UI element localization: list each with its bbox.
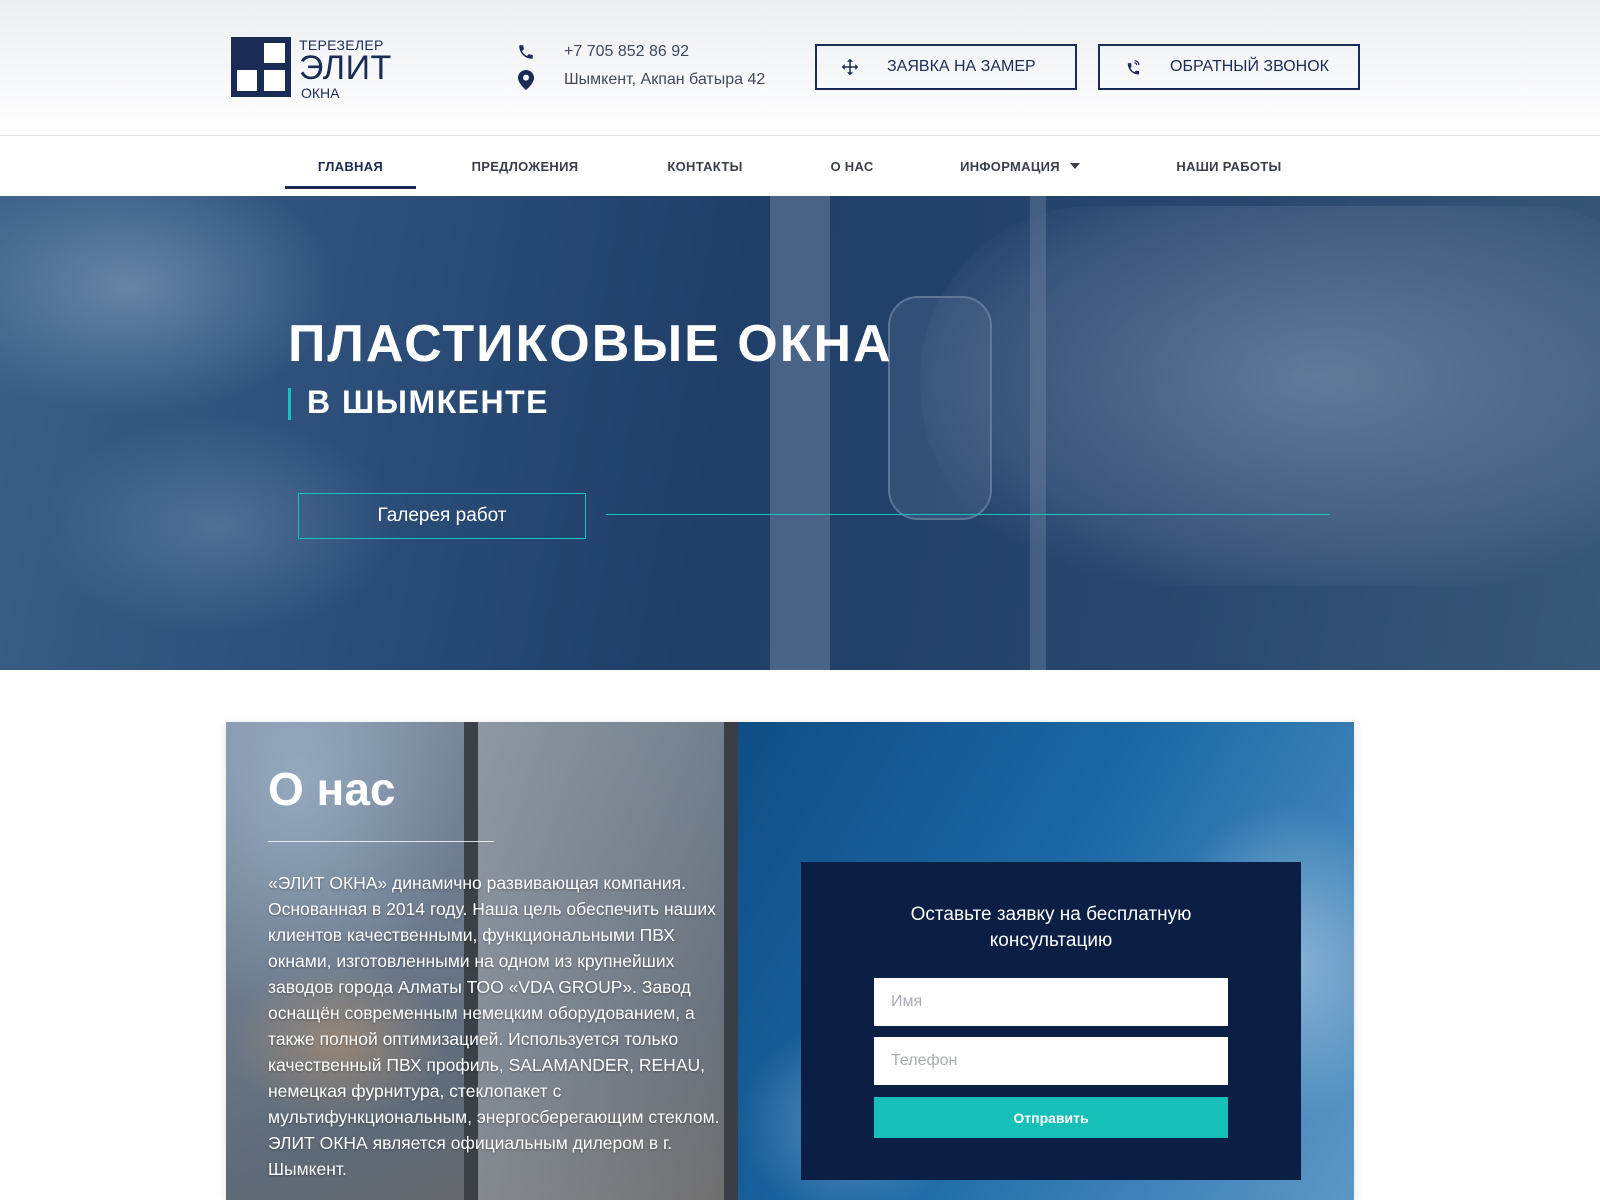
- about-title-divider: [268, 841, 494, 842]
- name-input[interactable]: [874, 978, 1228, 1026]
- hero-banner: ПЛАСТИКОВЫЕ ОКНА В ШЫМКЕНТЕ Галерея рабо…: [0, 196, 1600, 670]
- phone-number[interactable]: +7 705 852 86 92: [564, 43, 689, 61]
- about-text: «ЭЛИТ ОКНА» динамично развивающая компан…: [268, 873, 720, 1179]
- main-nav: ГЛАВНАЯ ПРЕДЛОЖЕНИЯ КОНТАКТЫ О НАС ИНФОР…: [0, 136, 1600, 196]
- callback-label: ОБРАТНЫЙ ЗВОНОК: [1170, 58, 1329, 75]
- submit-button[interactable]: Отправить: [874, 1097, 1228, 1138]
- measure-request-label: ЗАЯВКА НА ЗАМЕР: [887, 58, 1036, 75]
- address-row: Шымкент, Акпан батыра 42: [516, 68, 765, 92]
- hero-subtitle-accent-bar: [288, 388, 291, 420]
- map-pin-icon: [516, 70, 536, 90]
- phone-icon: [516, 42, 536, 62]
- logo-main-text: ЭЛИТ: [299, 49, 392, 87]
- contact-info: +7 705 852 86 92 Шымкент, Акпан батыра 4…: [516, 40, 796, 96]
- nav-item-our-works[interactable]: НАШИ РАБОТЫ: [1160, 136, 1298, 196]
- site-header: ТЕРЕЗЕЛЕР ЭЛИТ ОКНА +7 705 852 86 92 Шым…: [0, 0, 1600, 136]
- logo-bottom-text: ОКНА: [301, 85, 340, 101]
- window-grid-icon: [231, 37, 291, 97]
- measure-request-button[interactable]: ЗАЯВКА НА ЗАМЕР: [815, 44, 1077, 90]
- hero-bg-hand: [920, 206, 1600, 586]
- phone-row[interactable]: +7 705 852 86 92: [516, 40, 689, 64]
- phone-ringing-icon: [1124, 58, 1142, 76]
- about-title: О нас: [268, 763, 396, 815]
- nav-item-contacts[interactable]: КОНТАКТЫ: [645, 136, 765, 196]
- hero-bg-window-frame: [770, 196, 830, 670]
- hero-subtitle: В ШЫМКЕНТЕ: [307, 384, 550, 420]
- nav-item-about[interactable]: О НАС: [807, 136, 897, 196]
- about-section: О нас «ЭЛИТ ОКНА» динамично развивающая …: [226, 722, 1354, 1200]
- address-text: Шымкент, Акпан батыра 42: [564, 71, 766, 88]
- nav-item-offers[interactable]: ПРЕДЛОЖЕНИЯ: [455, 136, 595, 196]
- phone-input[interactable]: [874, 1037, 1228, 1085]
- logo[interactable]: ТЕРЕЗЕЛЕР ЭЛИТ ОКНА: [231, 37, 391, 101]
- move-arrows-icon: [841, 58, 859, 76]
- gallery-button[interactable]: Галерея работ: [298, 493, 586, 539]
- consultation-form: Оставьте заявку на бесплатную консультац…: [801, 862, 1301, 1180]
- nav-item-information-label: ИНФОРМАЦИЯ: [960, 158, 1060, 174]
- hero-title: ПЛАСТИКОВЫЕ ОКНА: [288, 315, 893, 373]
- hero-divider-line: [606, 514, 1330, 515]
- chevron-down-icon: [1069, 163, 1080, 169]
- callback-button[interactable]: ОБРАТНЫЙ ЗВОНОК: [1098, 44, 1360, 90]
- nav-item-information[interactable]: ИНФОРМАЦИЯ: [945, 136, 1095, 196]
- form-title: Оставьте заявку на бесплатную консультац…: [910, 904, 1192, 951]
- hero-bg-cloud: [0, 196, 340, 416]
- nav-active-indicator: [285, 186, 416, 189]
